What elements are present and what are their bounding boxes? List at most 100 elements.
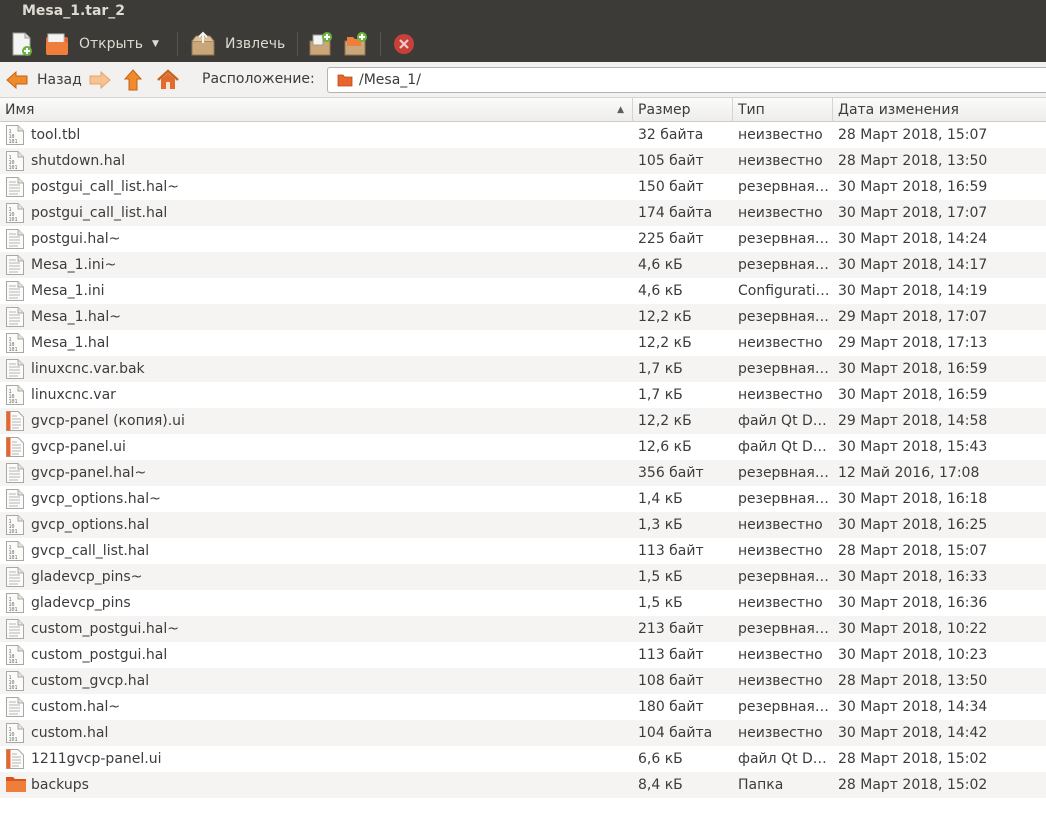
text-file-icon xyxy=(5,176,25,198)
file-type: резервная … xyxy=(738,361,830,377)
extract-button[interactable]: Извлечь xyxy=(190,26,285,62)
toolbar-separator xyxy=(297,32,298,56)
file-row[interactable]: postgui.hal~ 225 байт резервная … 30 Март 2… xyxy=(0,226,1046,252)
text-file-icon xyxy=(5,462,25,484)
file-row[interactable]: custom.hal~ 180 байт резервная … 30 Март 20… xyxy=(0,694,1046,720)
svg-text:101: 101 xyxy=(9,555,18,561)
file-row[interactable]: gvcp_options.hal~ 1,4 кБ резервная … 30 Мар… xyxy=(0,486,1046,512)
location-field[interactable]: /Mesa_1/ xyxy=(327,67,1046,93)
binary-file-icon: 1 10 101 xyxy=(5,150,25,172)
forward-button[interactable] xyxy=(88,67,112,93)
extract-label: Извлечь xyxy=(225,36,286,52)
text-file-icon xyxy=(5,618,25,640)
column-name-header[interactable]: Имя ▲ xyxy=(0,98,633,122)
add-folder-button[interactable] xyxy=(343,26,369,62)
file-row[interactable]: 1 10 101 gvcp_call_list.hal 113 байт неизвест… xyxy=(0,538,1046,564)
file-type: Папка xyxy=(738,777,784,793)
file-size: 113 байт xyxy=(638,543,704,559)
file-row[interactable]: gladevcp_pins~ 1,5 кБ резервная … 30 Март 2… xyxy=(0,564,1046,590)
file-row[interactable]: 1 10 101 custom_gvcp.hal 108 байт неизвестно 2… xyxy=(0,668,1046,694)
file-row[interactable]: Mesa_1.ini 4,6 кБ Configurati… 30 Март 2018… xyxy=(0,278,1046,304)
extract-icon xyxy=(191,31,215,56)
file-size: 104 байта xyxy=(638,725,713,741)
qt-designer-file-icon xyxy=(5,436,25,458)
svg-text:101: 101 xyxy=(9,659,18,665)
binary-file-icon: 1 10 101 xyxy=(5,202,25,224)
file-name: Mesa_1.ini xyxy=(31,283,105,299)
file-modified: 28 Март 2018, 13:50 xyxy=(838,673,988,689)
file-type: резервная … xyxy=(738,231,830,247)
file-row[interactable]: 1 10 101 gvcp_options.hal 1,3 кБ неизвестно 30… xyxy=(0,512,1046,538)
file-row[interactable]: 1 10 101 linuxcnc.var 1,7 кБ неизвестно 30 Мар… xyxy=(0,382,1046,408)
file-row[interactable]: gvcp-panel.hal~ 356 байт резервная … 12 Май… xyxy=(0,460,1046,486)
file-type: неизвестно xyxy=(738,127,823,143)
file-size: 225 байт xyxy=(638,231,704,247)
stop-button[interactable] xyxy=(393,26,415,62)
text-file-icon xyxy=(5,696,25,718)
file-row[interactable]: 1 10 101 custom_postgui.hal 113 байт неизвест… xyxy=(0,642,1046,668)
file-row[interactable]: 1 10 101 custom.hal 104 байта неизвестно 30 Ма… xyxy=(0,720,1046,746)
file-name: gladevcp_pins xyxy=(31,595,131,611)
text-file-icon xyxy=(5,280,25,302)
file-row[interactable]: backups 8,4 кБ Папка 28 Март 2018, 15:02 xyxy=(0,772,1046,798)
binary-file-icon: 1 10 101 xyxy=(5,384,25,406)
file-type: резервная … xyxy=(738,569,830,585)
column-size-header[interactable]: Размер xyxy=(633,98,733,122)
file-type: неизвестно xyxy=(738,725,823,741)
file-modified: 29 Март 2018, 17:07 xyxy=(838,309,988,325)
file-row[interactable]: postgui_call_list.hal~ 150 байт резервная … xyxy=(0,174,1046,200)
binary-file-icon: 1 10 101 xyxy=(5,670,25,692)
file-modified: 12 Май 2016, 17:08 xyxy=(838,465,980,481)
open-button[interactable]: Открыть xyxy=(44,26,143,62)
file-modified: 28 Март 2018, 15:02 xyxy=(838,777,988,793)
back-label: Назад xyxy=(37,72,82,88)
svg-text:101: 101 xyxy=(9,217,18,223)
file-type: резервная … xyxy=(738,179,830,195)
column-modified-header[interactable]: Дата изменения xyxy=(833,98,1046,122)
file-modified: 30 Март 2018, 16:59 xyxy=(838,361,988,377)
home-button[interactable] xyxy=(156,67,180,93)
file-row[interactable]: custom_postgui.hal~ 213 байт резервная … 30… xyxy=(0,616,1046,642)
file-type: неизвестно xyxy=(738,517,823,533)
file-row[interactable]: 1 10 101 shutdown.hal 105 байт неизвестно 28 М… xyxy=(0,148,1046,174)
open-dropdown-button[interactable]: ▼ xyxy=(152,26,159,62)
binary-file-icon: 1 10 101 xyxy=(5,592,25,614)
column-type-header[interactable]: Тип xyxy=(733,98,833,122)
file-size: 12,2 кБ xyxy=(638,413,692,429)
up-button[interactable] xyxy=(122,67,144,93)
new-archive-button[interactable] xyxy=(10,26,34,62)
svg-text:101: 101 xyxy=(9,685,18,691)
file-row[interactable]: 1211gvcp-panel.ui 6,6 кБ файл Qt D… 28 Март… xyxy=(0,746,1046,772)
back-button[interactable]: Назад xyxy=(5,67,82,93)
file-type: резервная … xyxy=(738,257,830,273)
file-row[interactable]: Mesa_1.hal~ 12,2 кБ резервная … 29 Март 201… xyxy=(0,304,1046,330)
file-type: резервная … xyxy=(738,621,830,637)
qt-designer-file-icon xyxy=(5,748,25,770)
toolbar-separator xyxy=(177,32,178,56)
file-row[interactable]: 1 10 101 gladevcp_pins 1,5 кБ неизвестно 30 Ма… xyxy=(0,590,1046,616)
file-row[interactable]: 1 10 101 tool.tbl 32 байта неизвестно 28 Март … xyxy=(0,122,1046,148)
file-name: custom.hal xyxy=(31,725,109,741)
open-archive-icon xyxy=(46,33,68,55)
binary-file-icon: 1 10 101 xyxy=(5,722,25,744)
file-type: неизвестно xyxy=(738,387,823,403)
file-type: неизвестно xyxy=(738,543,823,559)
file-row[interactable]: gvcp-panel.ui 12,6 кБ файл Qt D… 30 Март 20… xyxy=(0,434,1046,460)
file-type: неизвестно xyxy=(738,205,823,221)
file-name: gvcp_call_list.hal xyxy=(31,543,150,559)
add-files-button[interactable] xyxy=(308,26,334,62)
file-row[interactable]: 1 10 101 Mesa_1.hal 12,2 кБ неизвестно 29 Март… xyxy=(0,330,1046,356)
file-type: неизвестно xyxy=(738,673,823,689)
file-row[interactable]: 1 10 101 postgui_call_list.hal 174 байта неиз… xyxy=(0,200,1046,226)
svg-text:101: 101 xyxy=(9,607,18,613)
column-name-label: Имя xyxy=(5,102,35,118)
file-size: 1,5 кБ xyxy=(638,595,683,611)
file-size: 1,7 кБ xyxy=(638,361,683,377)
file-modified: 29 Март 2018, 17:13 xyxy=(838,335,988,351)
file-modified: 30 Март 2018, 16:25 xyxy=(838,517,988,533)
file-row[interactable]: Mesa_1.ini~ 4,6 кБ резервная … 30 Март 2018… xyxy=(0,252,1046,278)
file-name: custom.hal~ xyxy=(31,699,121,715)
file-row[interactable]: linuxcnc.var.bak 1,7 кБ резервная … 30 Март… xyxy=(0,356,1046,382)
file-size: 12,2 кБ xyxy=(638,309,692,325)
file-row[interactable]: gvcp-panel (копия).ui 12,2 кБ файл Qt D… 29… xyxy=(0,408,1046,434)
